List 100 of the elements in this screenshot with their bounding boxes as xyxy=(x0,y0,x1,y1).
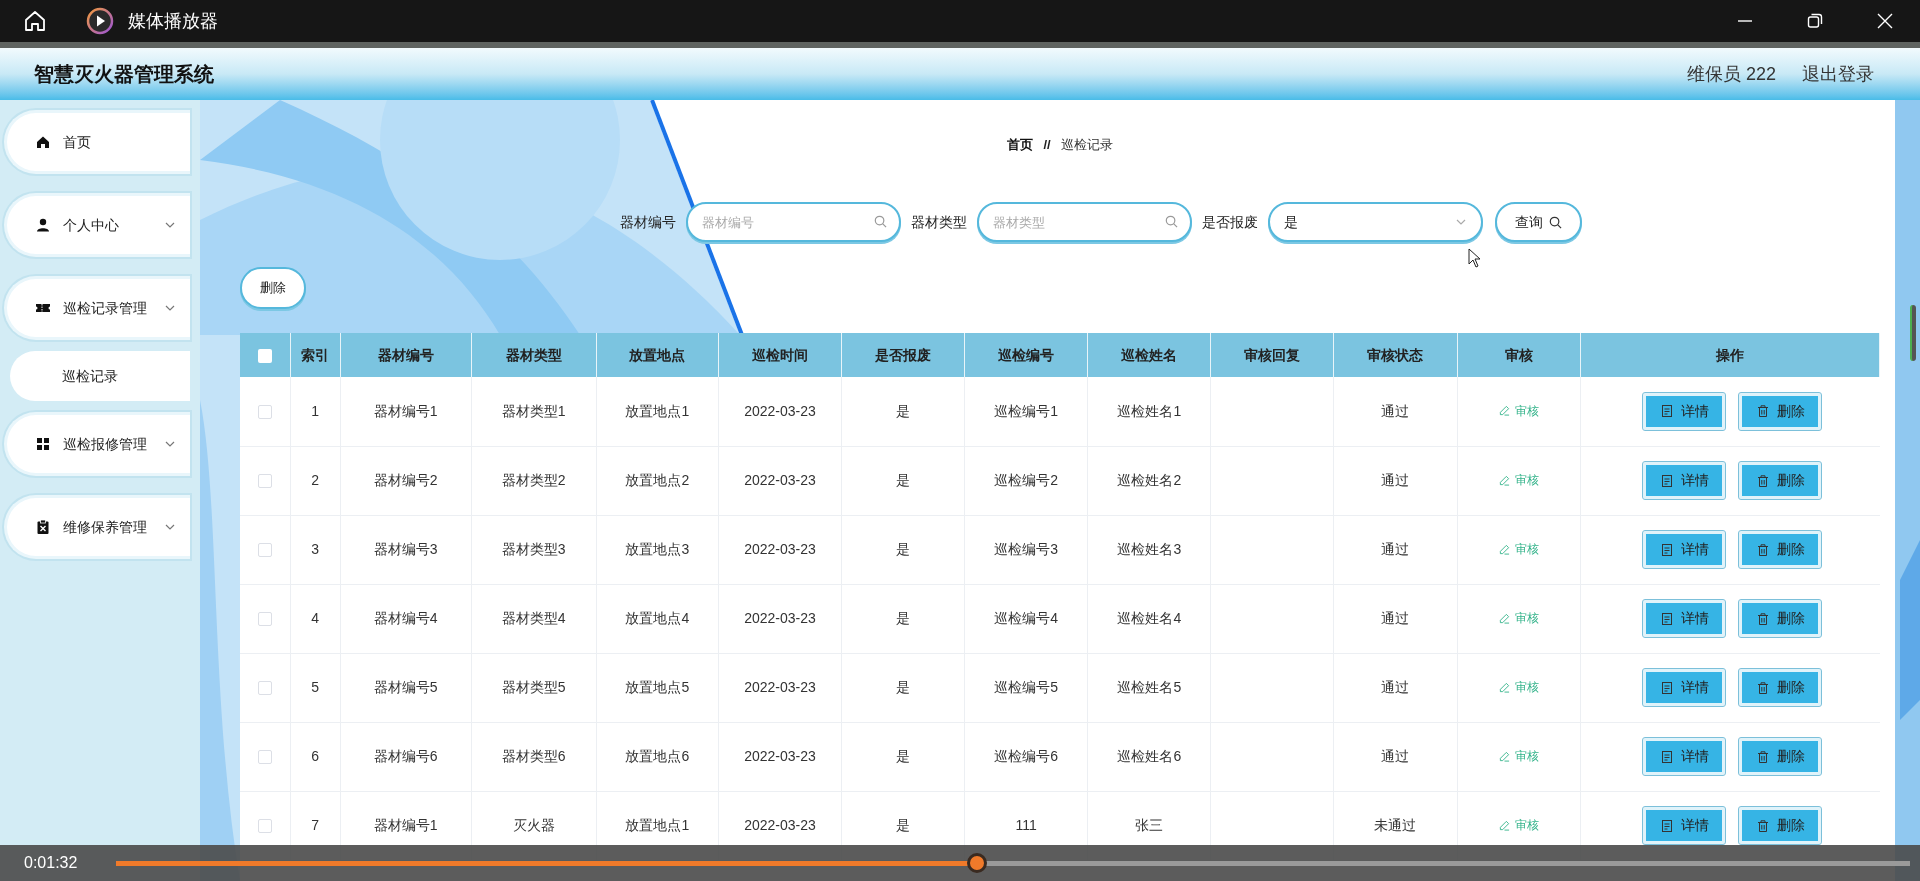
table-cell: 巡检编号2 xyxy=(964,446,1088,515)
column-header: 器材编号 xyxy=(340,333,472,377)
trash-icon xyxy=(1755,404,1770,419)
table-cell: 巡检编号1 xyxy=(964,377,1088,446)
sidebar-item[interactable]: 个人中心 xyxy=(4,193,190,257)
details-button[interactable]: 详情 xyxy=(1643,807,1726,844)
sidebar-item[interactable]: 巡检记录管理 xyxy=(4,276,190,340)
table-cell: 通过 xyxy=(1333,653,1458,722)
checkbox[interactable] xyxy=(257,474,272,489)
details-button[interactable]: 详情 xyxy=(1643,600,1726,637)
sidebar-label: 个人中心 xyxy=(63,215,120,235)
table-cell: 巡检编号6 xyxy=(964,722,1088,791)
table-cell: 器材类型6 xyxy=(471,722,597,791)
pencil-icon xyxy=(1498,681,1510,693)
delete-button[interactable]: 删除 xyxy=(1739,600,1822,637)
table-cell: 是 xyxy=(841,515,965,584)
details-button[interactable]: 详情 xyxy=(1643,738,1726,775)
table-cell: 2022-03-23 xyxy=(718,377,842,446)
table-cell: 器材编号4 xyxy=(340,584,472,653)
search-field[interactable]: 器材类型 xyxy=(977,202,1192,242)
close-icon[interactable] xyxy=(1876,12,1894,30)
table-cell: 2022-03-23 xyxy=(718,446,842,515)
column-header: 审核回复 xyxy=(1210,333,1334,377)
user-name: 维保员 222 xyxy=(1686,62,1776,86)
document-icon xyxy=(1659,818,1674,833)
pencil-icon xyxy=(1498,612,1510,624)
table-cell: 器材类型3 xyxy=(471,515,597,584)
sidebar-subitem[interactable]: 巡检记录 xyxy=(10,351,190,401)
search-icon xyxy=(1549,215,1562,229)
column-header: 审核状态 xyxy=(1333,333,1458,377)
table-cell: 是 xyxy=(841,377,965,446)
breadcrumb-current: 巡检记录 xyxy=(1060,136,1113,155)
table-cell: 通过 xyxy=(1333,377,1458,446)
table-cell: 器材编号5 xyxy=(340,653,472,722)
delete-button[interactable]: 删除 xyxy=(1739,462,1822,499)
table-cell: 巡检姓名2 xyxy=(1087,446,1211,515)
details-button[interactable]: 详情 xyxy=(1643,462,1726,499)
delete-button[interactable]: 删除 xyxy=(1739,392,1822,430)
search-icon xyxy=(1165,215,1178,228)
delete-button[interactable]: 删除 xyxy=(1739,807,1822,844)
table-cell: 1 xyxy=(290,377,341,446)
sidebar-item[interactable]: 巡检报修管理 xyxy=(4,412,190,476)
trash-icon xyxy=(1755,611,1770,626)
trash-icon xyxy=(1755,680,1770,695)
column-header: 审核 xyxy=(1457,333,1581,377)
document-icon xyxy=(1659,542,1674,557)
pencil-icon xyxy=(1498,405,1510,417)
scrollbar[interactable] xyxy=(1910,305,1916,361)
table-cell: 巡检姓名6 xyxy=(1087,722,1211,791)
delete-button[interactable]: 删除 xyxy=(1739,738,1822,775)
delete-button[interactable]: 删除 xyxy=(1739,531,1822,568)
details-button[interactable]: 详情 xyxy=(1643,669,1726,706)
logout-link[interactable]: 退出登录 xyxy=(1802,60,1874,88)
column-header: 索引 xyxy=(290,333,341,377)
column-header: 放置地点 xyxy=(596,333,719,377)
pencil-icon xyxy=(1498,543,1510,555)
details-button[interactable]: 详情 xyxy=(1643,531,1726,568)
document-icon xyxy=(1659,611,1674,626)
checkbox[interactable] xyxy=(257,750,272,765)
document-icon xyxy=(1659,404,1674,419)
table-cell: 放置地点1 xyxy=(596,377,719,446)
table-cell: 巡检编号5 xyxy=(964,653,1088,722)
select-field[interactable]: 是 xyxy=(1268,202,1483,242)
sidebar-label: 巡检报修管理 xyxy=(63,434,148,454)
table-cell: 5 xyxy=(290,653,341,722)
column-header: 巡检时间 xyxy=(718,333,842,377)
delete-button[interactable]: 删除 xyxy=(240,267,306,309)
home-icon[interactable] xyxy=(23,9,47,33)
table-cell: 通过 xyxy=(1333,722,1458,791)
table-cell: 放置地点3 xyxy=(596,515,719,584)
delete-button[interactable]: 删除 xyxy=(1739,669,1822,706)
checkbox[interactable] xyxy=(257,681,272,696)
checkbox[interactable] xyxy=(257,612,272,627)
search-field[interactable]: 器材编号 xyxy=(686,202,901,242)
sidebar-item[interactable]: 首页 xyxy=(4,110,190,174)
column-header: 操作 xyxy=(1580,333,1880,377)
checkbox[interactable] xyxy=(257,819,272,834)
table-cell: 通过 xyxy=(1333,584,1458,653)
document-icon xyxy=(1659,473,1674,488)
table-cell: 通过 xyxy=(1333,446,1458,515)
trash-icon xyxy=(1755,542,1770,557)
search-icon xyxy=(874,215,887,228)
pencil-icon xyxy=(1498,474,1510,486)
restore-icon[interactable] xyxy=(1806,12,1824,30)
checkbox[interactable] xyxy=(257,348,272,363)
sidebar-item[interactable]: 维修保养管理 xyxy=(4,495,190,559)
table-cell: 器材编号3 xyxy=(340,515,472,584)
table-cell: 通过 xyxy=(1333,515,1458,584)
query-button[interactable]: 查询 xyxy=(1495,202,1582,242)
pencil-icon xyxy=(1498,819,1510,831)
table-cell: 器材编号2 xyxy=(340,446,472,515)
column-header: 器材类型 xyxy=(471,333,597,377)
table-cell: 2022-03-23 xyxy=(718,515,842,584)
checkbox[interactable] xyxy=(257,405,272,419)
app-title: 智慧灭火器管理系统 xyxy=(34,62,214,87)
details-button[interactable]: 详情 xyxy=(1643,392,1726,430)
checkbox[interactable] xyxy=(257,543,272,558)
progress-thumb[interactable] xyxy=(967,853,988,873)
breadcrumb-link[interactable]: 首页 xyxy=(1007,135,1034,155)
table-cell: 巡检姓名1 xyxy=(1087,377,1211,446)
